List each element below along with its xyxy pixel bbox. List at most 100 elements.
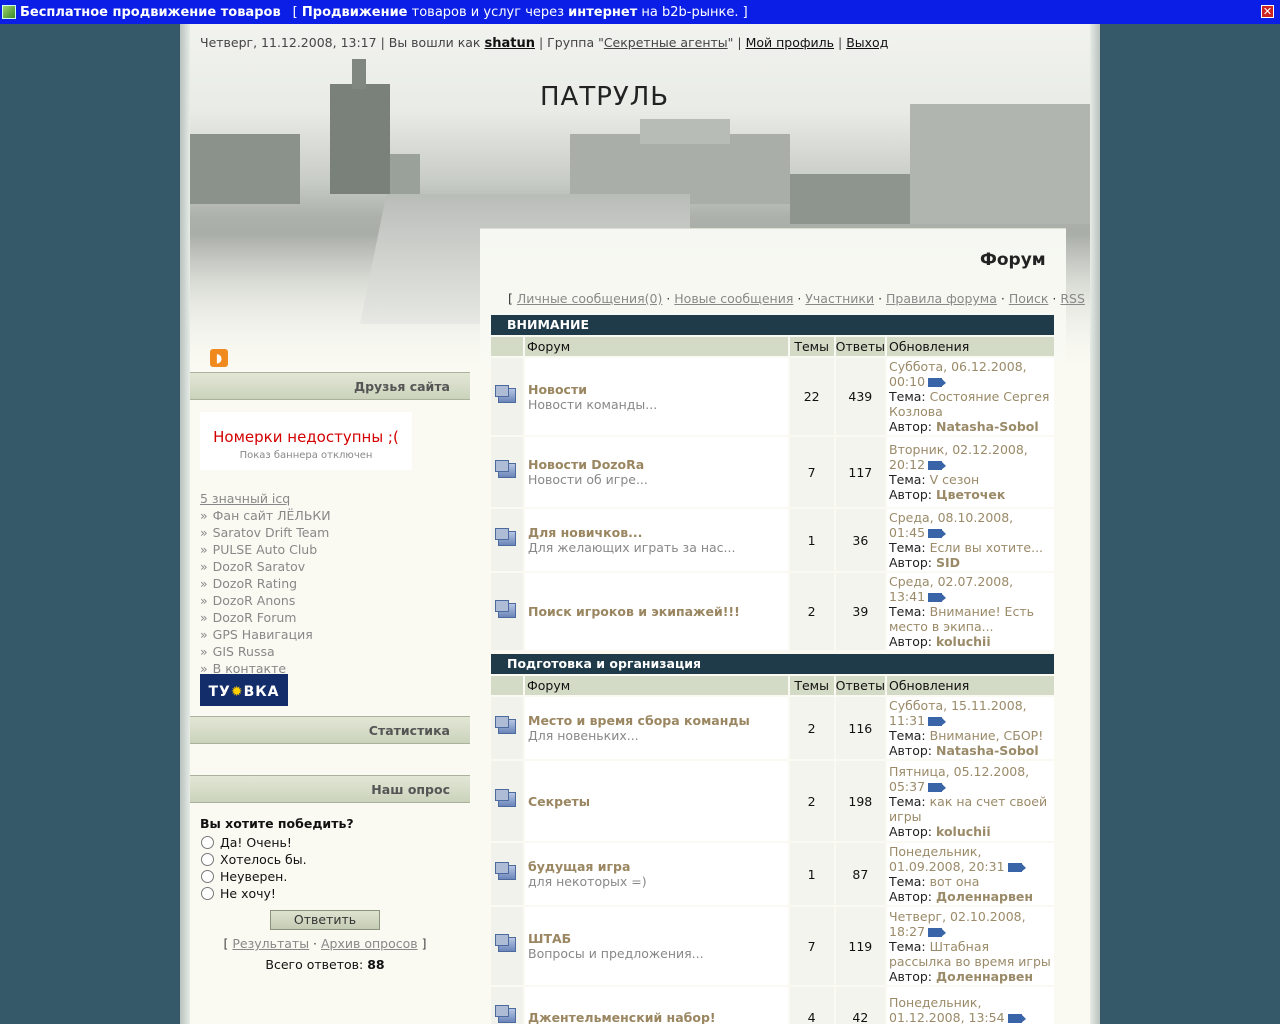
forum-name-link[interactable]: Поиск игроков и экипажей!!! bbox=[528, 604, 785, 619]
col-forum: Форум bbox=[525, 676, 788, 695]
table-row: Джентельменский набор! 4 42 Понедельник, 01… bbox=[491, 987, 1054, 1024]
friend-link[interactable]: DozoR Rating bbox=[200, 575, 331, 592]
poll-option[interactable]: Хотелось бы. bbox=[200, 851, 450, 868]
forum-table: Форум Темы Ответы Обновления Новости Ново… bbox=[489, 335, 1056, 652]
author-link[interactable]: Natasha-Sobol bbox=[936, 743, 1039, 758]
last-topic-link[interactable]: Внимание, СБОР! bbox=[930, 728, 1044, 743]
topics-count: 7 bbox=[789, 437, 834, 507]
author-link[interactable]: Цветочек bbox=[936, 487, 1005, 502]
banner[interactable]: Номерки недоступны ;( Показ баннера откл… bbox=[200, 412, 412, 470]
forum-name-link[interactable]: Новости bbox=[528, 382, 785, 397]
forum-folder-icon bbox=[495, 528, 516, 546]
goto-last-post-icon[interactable] bbox=[928, 717, 947, 726]
members-link[interactable]: Участники bbox=[805, 291, 874, 306]
author-link[interactable]: SID bbox=[936, 555, 960, 570]
goto-last-post-icon[interactable] bbox=[1007, 863, 1026, 872]
logout-link[interactable]: Выход bbox=[846, 35, 888, 50]
last-update: Суббота, 06.12.2008, 00:10 Тема: Состояни… bbox=[887, 358, 1054, 435]
author-link[interactable]: koluchii bbox=[936, 634, 991, 649]
forum-name-link[interactable]: Джентельменский набор! bbox=[528, 1010, 785, 1024]
table-row: будущая игра для некоторых =) 1 87 Понедельн… bbox=[491, 843, 1054, 905]
stats-header: Статистика bbox=[190, 716, 470, 744]
last-update: Вторник, 02.12.2008, 20:12 Тема: V сезон А… bbox=[887, 437, 1054, 507]
goto-last-post-icon[interactable] bbox=[928, 461, 947, 470]
update-date: Среда, 02.07.2008, 13:41 bbox=[889, 574, 1014, 604]
link-icq[interactable]: 5 значный icq bbox=[200, 490, 331, 507]
tusovka-logo[interactable]: ТУ✹ВКА bbox=[200, 674, 288, 706]
col-forum: Форум bbox=[525, 337, 788, 356]
update-date: Понедельник, 01.09.2008, 20:31 bbox=[889, 844, 1005, 874]
update-date: Понедельник, 01.12.2008, 13:54 bbox=[889, 994, 1005, 1024]
forum-name-link[interactable]: Место и время сбора команды bbox=[528, 713, 785, 728]
rules-link[interactable]: Правила форума bbox=[886, 291, 997, 306]
table-row: ШТАБ Вопросы и предложения... 7 119 Четверг,… bbox=[491, 907, 1054, 985]
promo-bar[interactable]: Бесплатное продвижение товаров [ Продвиж… bbox=[0, 0, 1280, 24]
topics-count: 2 bbox=[789, 697, 834, 759]
table-row: Для новичков... Для желающих играть за на… bbox=[491, 509, 1054, 571]
new-messages-link[interactable]: Новые сообщения bbox=[674, 291, 793, 306]
goto-last-post-icon[interactable] bbox=[928, 378, 947, 387]
last-topic-link[interactable]: V сезон bbox=[930, 472, 980, 487]
forum-folder-icon bbox=[495, 460, 516, 478]
last-update: Понедельник, 01.12.2008, 13:54Тема: Что bbox=[887, 987, 1054, 1024]
page: Четверг, 11.12.2008, 13:17 | Вы вошли ка… bbox=[190, 24, 1090, 1024]
author-link[interactable]: koluchii bbox=[936, 824, 991, 839]
rss-link[interactable]: RSS bbox=[1060, 291, 1085, 306]
friend-link[interactable]: Фан сайт ЛЁЛЬКИ bbox=[200, 507, 331, 524]
radio-button[interactable] bbox=[201, 836, 214, 849]
friend-link[interactable]: Saratov Drift Team bbox=[200, 524, 331, 541]
forum-name-link[interactable]: ШТАБ bbox=[528, 931, 785, 946]
forum-name-link[interactable]: Новости DozoRa bbox=[528, 457, 785, 472]
friend-link[interactable]: DozoR Saratov bbox=[200, 558, 331, 575]
poll-option[interactable]: Неуверен. bbox=[200, 868, 450, 885]
last-topic-link[interactable]: Если вы хотите... bbox=[930, 540, 1043, 555]
goto-last-post-icon[interactable] bbox=[928, 529, 947, 538]
archive-link[interactable]: Архив опросов bbox=[321, 936, 418, 951]
replies-count: 119 bbox=[835, 907, 885, 985]
forum-name-link[interactable]: будущая игра bbox=[528, 859, 785, 874]
close-icon[interactable]: ✕ bbox=[1261, 5, 1274, 18]
my-profile-link[interactable]: Мой профиль bbox=[746, 35, 834, 50]
forum-folder-icon bbox=[495, 862, 516, 880]
poll-option[interactable]: Да! Очень! bbox=[200, 834, 450, 851]
promo-title[interactable]: Бесплатное продвижение товаров bbox=[20, 5, 281, 20]
last-topic-link[interactable]: вот она bbox=[930, 874, 980, 889]
results-link[interactable]: Результаты bbox=[232, 936, 309, 951]
goto-last-post-icon[interactable] bbox=[1007, 1013, 1026, 1023]
forum-folder-icon bbox=[495, 934, 516, 952]
pm-link[interactable]: Личные сообщения(0) bbox=[517, 291, 662, 306]
forum-desc: Новости команды... bbox=[528, 396, 658, 412]
goto-last-post-icon[interactable] bbox=[928, 593, 947, 602]
friend-link[interactable]: GIS Russa bbox=[200, 643, 331, 660]
author-link[interactable]: Доленнарвен bbox=[936, 889, 1033, 904]
friend-link[interactable]: GPS Навигация bbox=[200, 626, 331, 643]
username-link[interactable]: shatun bbox=[484, 36, 535, 51]
search-link[interactable]: Поиск bbox=[1009, 291, 1049, 306]
forum-name-link[interactable]: Для новичков... bbox=[528, 525, 785, 540]
section-header[interactable]: ВНИМАНИЕ bbox=[491, 315, 1054, 335]
goto-last-post-icon[interactable] bbox=[928, 927, 947, 937]
friend-link[interactable]: DozoR Forum bbox=[200, 609, 331, 626]
forum-table: Форум Темы Ответы Обновления Место и вре… bbox=[489, 674, 1056, 1024]
forum-section: Подготовка и организация Форум Темы Отве… bbox=[491, 654, 1054, 1024]
author-link[interactable]: Natasha-Sobol bbox=[936, 419, 1039, 434]
friend-link[interactable]: PULSE Auto Club bbox=[200, 541, 331, 558]
section-header[interactable]: Подготовка и организация bbox=[491, 654, 1054, 674]
author-link[interactable]: Доленнарвен bbox=[936, 969, 1033, 984]
last-update: Среда, 02.07.2008, 13:41 Тема: Внимание! … bbox=[887, 573, 1054, 650]
poll-option[interactable]: Не хочу! bbox=[200, 885, 450, 902]
col-updates: Обновления bbox=[887, 676, 1054, 695]
friend-link[interactable]: DozoR Anons bbox=[200, 592, 331, 609]
replies-count: 39 bbox=[835, 573, 885, 650]
promo-text[interactable]: [ Продвижение товаров и услуг через инте… bbox=[293, 5, 748, 20]
radio-button[interactable] bbox=[201, 853, 214, 866]
goto-last-post-icon[interactable] bbox=[928, 782, 947, 792]
rss-icon[interactable]: ◗ bbox=[210, 349, 228, 367]
poll-header: Наш опрос bbox=[190, 775, 470, 803]
forum-name-link[interactable]: Секреты bbox=[528, 794, 785, 809]
radio-button[interactable] bbox=[201, 887, 214, 900]
vote-button[interactable]: Ответить bbox=[270, 910, 380, 930]
group-link[interactable]: Секретные агенты bbox=[604, 35, 728, 50]
forum-folder-icon bbox=[495, 716, 516, 734]
radio-button[interactable] bbox=[201, 870, 214, 883]
